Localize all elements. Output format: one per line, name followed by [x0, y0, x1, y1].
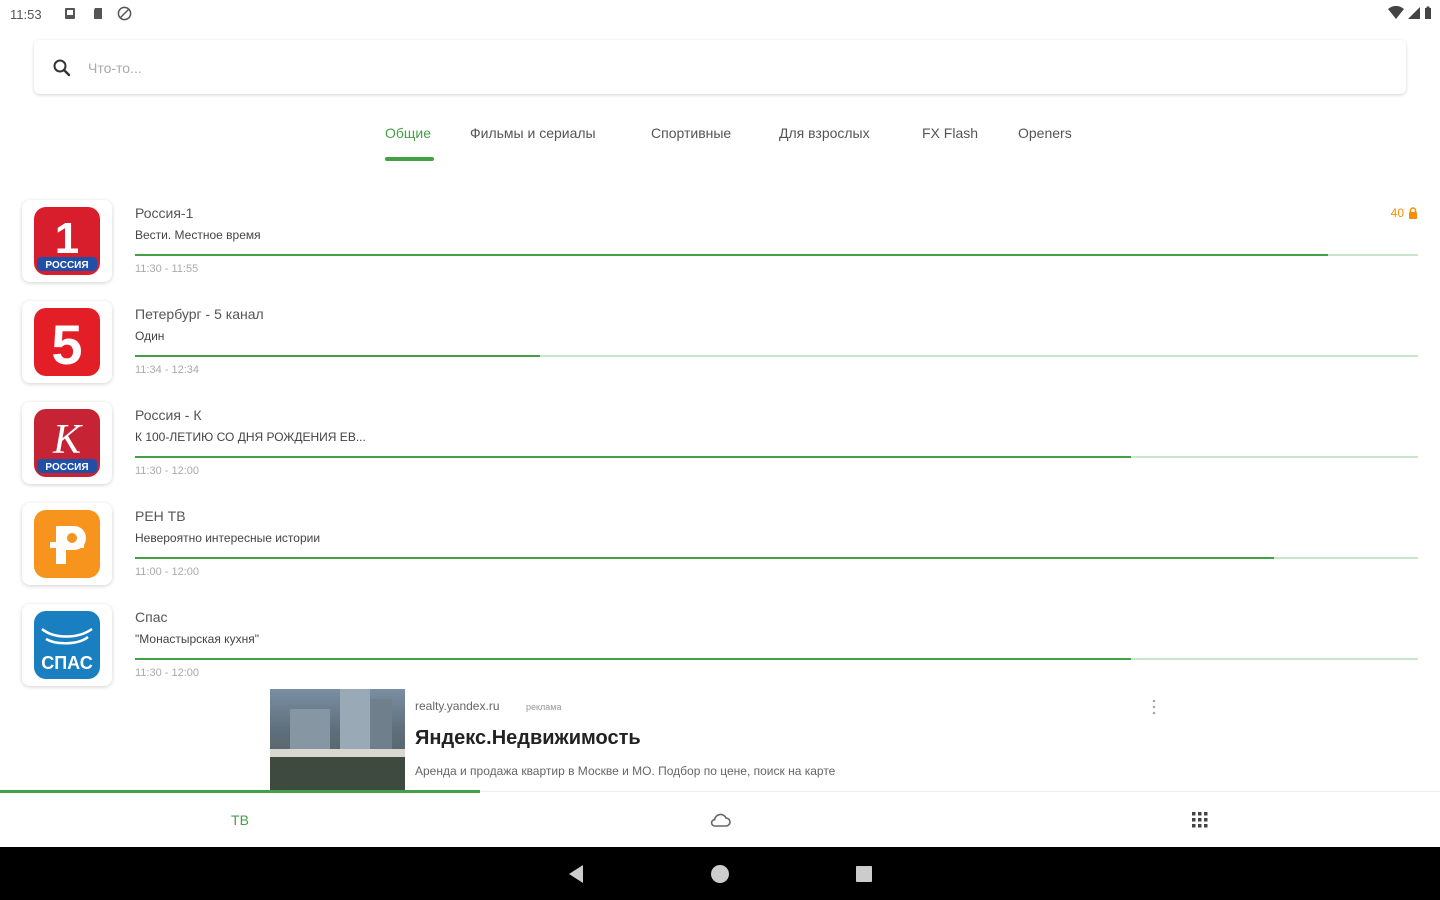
program-time: 11:00 - 12:00 [135, 566, 200, 578]
russia-k-logo-icon: К РОССИЯ [34, 409, 100, 477]
channel-logo-card: К РОССИЯ [22, 402, 112, 484]
nav-tv-label: ТВ [231, 812, 249, 828]
cloud-icon [710, 813, 731, 827]
program-time: 11:34 - 12:34 [135, 364, 200, 376]
lock-icon [1409, 207, 1417, 219]
channel-logo-card [22, 503, 112, 585]
tab-movies-series[interactable]: Фильмы и сериалы [470, 125, 596, 141]
search-bar[interactable] [34, 40, 1406, 94]
program-progress-fill [135, 557, 1275, 559]
channel-name: РЕН ТВ [135, 508, 186, 524]
svg-text:РОССИЯ: РОССИЯ [45, 260, 88, 271]
program-title: Невероятно интересные истории [135, 531, 321, 545]
channel-logo-card: СПАС [22, 604, 112, 686]
program-progress [135, 355, 1418, 357]
notification-icon [65, 8, 75, 19]
nav-apps[interactable] [960, 792, 1440, 848]
tab-fx-flash[interactable]: FX Flash [922, 125, 978, 141]
svg-text:СПАС: СПАС [41, 653, 93, 673]
ad-title[interactable]: Яндекс.Недвижимость [415, 727, 641, 750]
ad-description: Аренда и продажа квартир в Москве и МО. … [415, 764, 836, 778]
program-progress-fill [135, 456, 1131, 458]
svg-text:5: 5 [51, 313, 82, 376]
back-icon [569, 865, 583, 883]
data-saver-icon [117, 6, 132, 21]
bottom-navigation: ТВ [0, 790, 1440, 848]
category-tabs: Общие Фильмы и сериалы Спортивные Для вз… [0, 118, 1440, 168]
program-progress [135, 254, 1418, 256]
spas-logo-icon: СПАС [34, 611, 100, 679]
svg-text:К: К [52, 417, 83, 463]
channel-row[interactable]: 1 РОССИЯ Россия-1 Вести. Местное время 11… [0, 196, 1440, 297]
battery-icon [1425, 6, 1431, 19]
home-button[interactable] [707, 861, 733, 887]
signal-icon [1408, 7, 1420, 19]
channel-5-logo-icon: 5 [34, 308, 100, 376]
tab-openers[interactable]: Openers [1018, 125, 1072, 141]
back-button[interactable] [563, 861, 589, 887]
ad-domain[interactable]: realty.yandex.ru [415, 699, 500, 713]
program-title: "Монастырская кухня" [135, 632, 259, 646]
channel-logo-card: 1 РОССИЯ [22, 200, 112, 282]
tab-general[interactable]: Общие [385, 125, 431, 141]
age-badge-label: 40 [1390, 206, 1404, 220]
russia-1-logo-icon: 1 РОССИЯ [34, 207, 100, 275]
ad-banner[interactable]: realty.yandex.ru реклама Яндекс.Недвижим… [270, 689, 1170, 790]
channel-row[interactable]: РЕН ТВ Невероятно интересные истории 11:… [0, 499, 1440, 600]
channel-row[interactable]: 5 Петербург - 5 канал Один 11:34 - 12:34 [0, 297, 1440, 398]
program-time: 11:30 - 11:55 [135, 263, 199, 275]
status-bar: 11:53 [0, 0, 1440, 28]
program-progress [135, 456, 1418, 458]
tab-adult[interactable]: Для взрослых [779, 125, 870, 141]
recents-icon [856, 866, 872, 882]
nav-tv[interactable]: ТВ [0, 792, 480, 848]
more-options-icon[interactable] [1152, 699, 1156, 715]
age-badge: 40 [1391, 206, 1418, 220]
ren-tv-logo-icon [34, 510, 100, 578]
program-progress-fill [135, 658, 1131, 660]
channel-name: Россия - К [135, 407, 202, 423]
ad-label: реклама [526, 702, 562, 712]
channel-name: Россия-1 [135, 205, 194, 221]
channel-name: Петербург - 5 канал [135, 306, 264, 322]
channel-logo-card: 5 [22, 301, 112, 383]
svg-text:1: 1 [55, 214, 79, 263]
program-progress [135, 557, 1418, 559]
channel-row[interactable]: СПАС Спас "Монастырская кухня" 11:30 - 1… [0, 600, 1440, 701]
status-time: 11:53 [10, 7, 42, 22]
ad-image [270, 689, 405, 790]
program-time: 11:30 - 12:00 [135, 667, 200, 679]
search-icon [53, 59, 71, 77]
active-tab-indicator [385, 157, 434, 161]
wifi-icon [1388, 6, 1404, 19]
program-title: К 100-ЛЕТИЮ СО ДНЯ РОЖДЕНИЯ ЕВ... [135, 430, 366, 444]
home-icon [711, 865, 729, 883]
sd-card-icon [94, 8, 102, 19]
program-progress-fill [135, 254, 1329, 256]
apps-grid-icon [1192, 812, 1208, 828]
program-progress [135, 658, 1418, 660]
nav-cloud[interactable] [480, 792, 960, 848]
svg-text:РОССИЯ: РОССИЯ [45, 462, 88, 473]
program-progress-fill [135, 355, 541, 357]
channel-row[interactable]: К РОССИЯ Россия - К К 100-ЛЕТИЮ СО ДНЯ РО… [0, 398, 1440, 499]
program-time: 11:30 - 12:00 [135, 465, 200, 477]
program-title: Вести. Местное время [135, 228, 261, 242]
channel-name: Спас [135, 609, 168, 625]
tab-sports[interactable]: Спортивные [651, 125, 731, 141]
program-title: Один [135, 329, 165, 343]
system-navigation-bar [0, 847, 1440, 900]
recents-button[interactable] [851, 861, 877, 887]
search-input[interactable] [86, 53, 1390, 83]
